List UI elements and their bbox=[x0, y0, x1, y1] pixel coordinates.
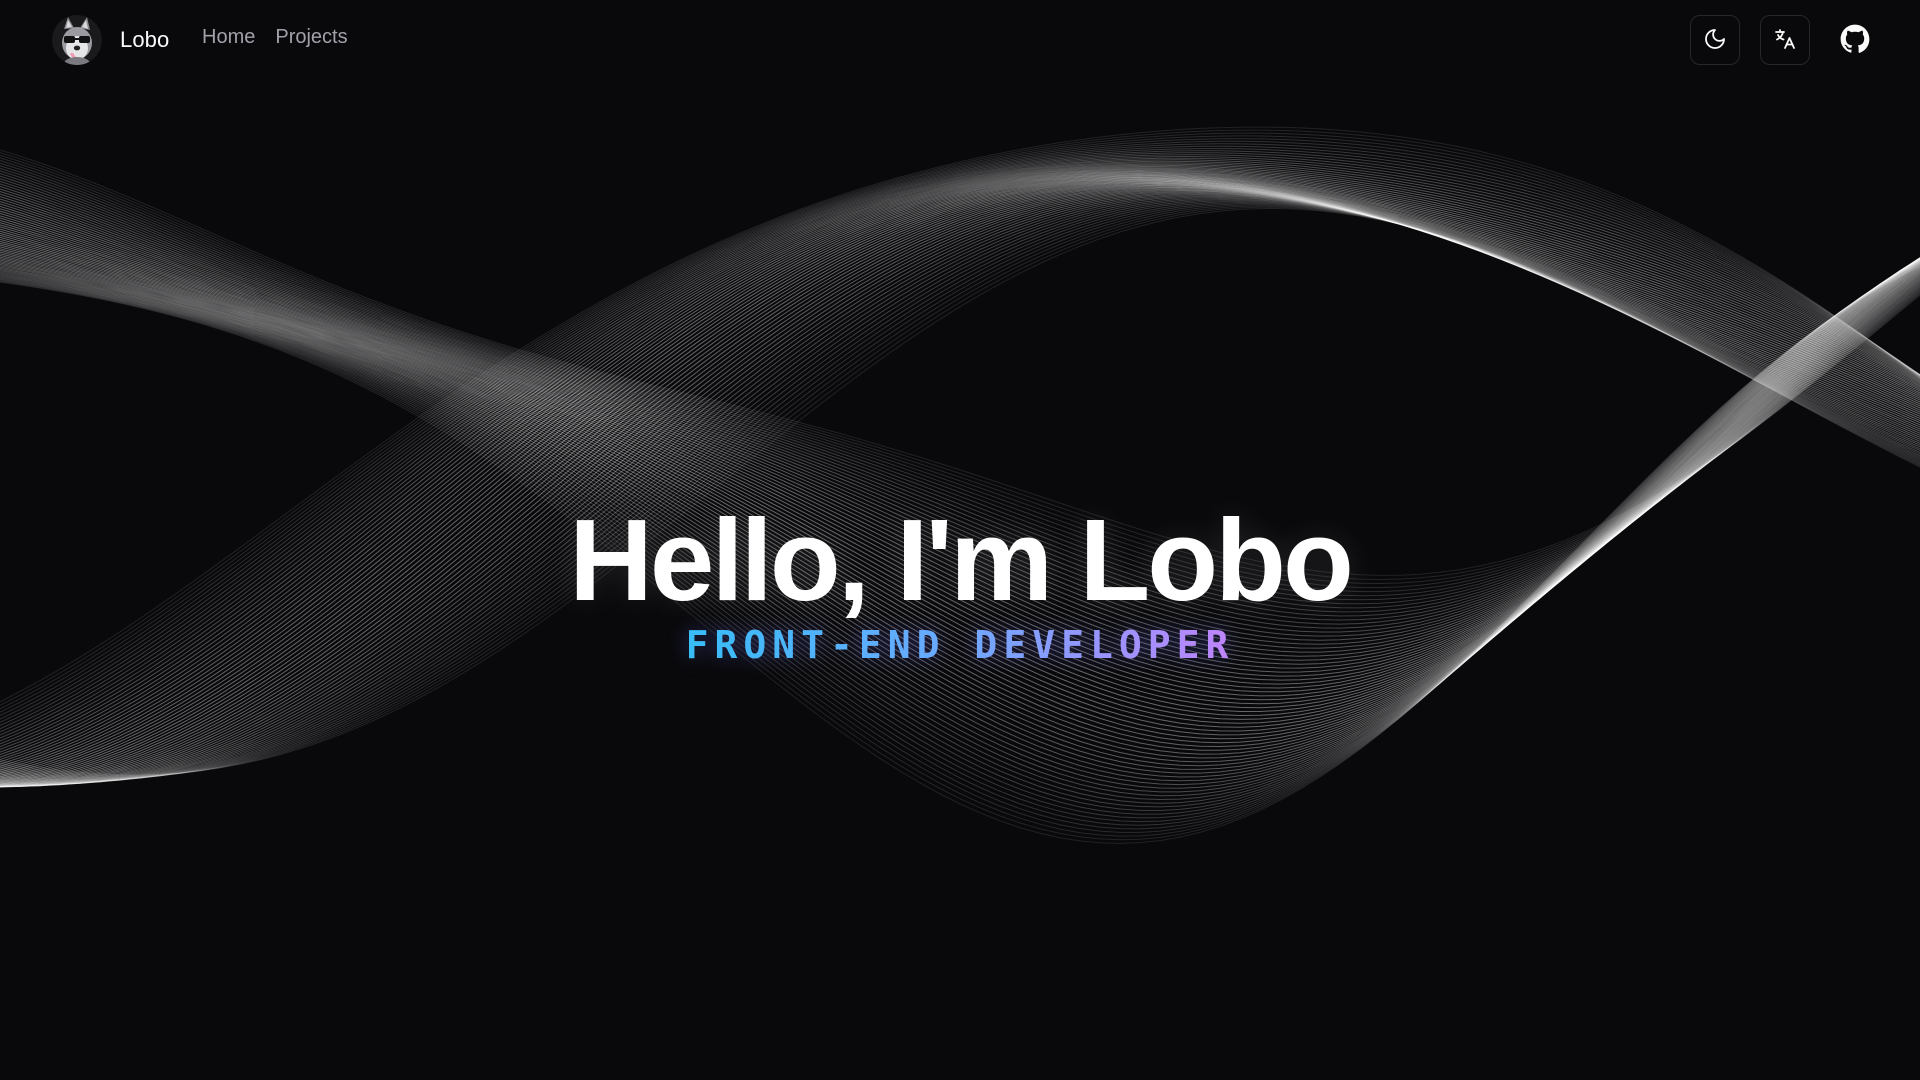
main-nav: Home Projects bbox=[202, 26, 348, 49]
top-navbar: Lobo Home Projects bbox=[0, 0, 1920, 80]
hero-subtitle: FRONT-END DEVELOPER bbox=[686, 620, 1235, 670]
language-switch-button[interactable] bbox=[1760, 15, 1810, 65]
nav-link-projects[interactable]: Projects bbox=[275, 26, 347, 49]
translate-icon bbox=[1773, 27, 1797, 54]
nav-link-home[interactable]: Home bbox=[202, 26, 255, 49]
page: Lobo Home Projects Hello, I'm Lobo FRONT… bbox=[0, 0, 1920, 1080]
wave-line bbox=[0, 184, 1920, 788]
moon-icon bbox=[1703, 27, 1727, 54]
github-icon bbox=[1840, 24, 1870, 57]
theme-toggle-button[interactable] bbox=[1690, 15, 1740, 65]
hero-section: Hello, I'm Lobo FRONT-END DEVELOPER bbox=[0, 490, 1920, 670]
brand-link[interactable]: Lobo bbox=[52, 15, 169, 65]
hero-title: Hello, I'm Lobo bbox=[569, 495, 1354, 625]
github-link-button[interactable] bbox=[1830, 15, 1880, 65]
husky-avatar-icon bbox=[52, 15, 102, 65]
brand-name: Lobo bbox=[120, 27, 170, 52]
